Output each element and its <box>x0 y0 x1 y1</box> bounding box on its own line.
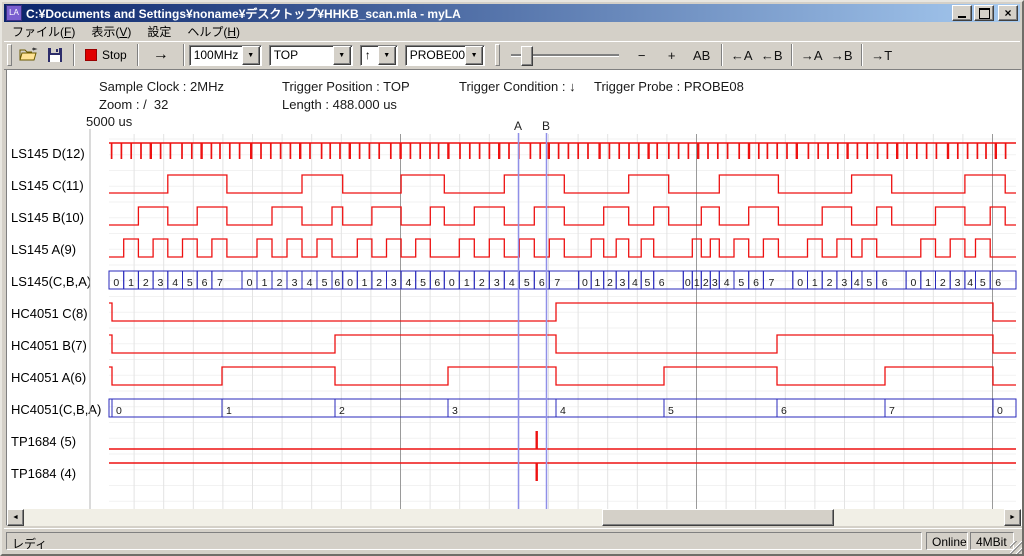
signal-label-10: TP1684 (4) <box>11 466 76 481</box>
toolbar-grip[interactable] <box>7 44 12 66</box>
combo-trigger-position-value: TOP <box>270 48 333 62</box>
time-scale-label: 5000 us <box>86 114 132 129</box>
combo-trigger-probe[interactable]: PROBE00▼ <box>405 45 485 66</box>
toolbar: Stop → 100MHz▼TOP▼↑▼PROBE00▼ −+AB←A←B→A→… <box>4 41 1020 70</box>
signal-label-9: TP1684 (5) <box>11 434 76 449</box>
signal-label-6: HC4051 B(7) <box>11 338 87 353</box>
status-bar: レディ Online 4MBit <box>4 528 1024 555</box>
scrollbar-thumb[interactable] <box>602 509 834 526</box>
stop-button[interactable]: Stop <box>79 42 133 68</box>
toolbar-button-[interactable]: − <box>627 45 657 66</box>
stop-label: Stop <box>102 48 127 62</box>
status-memory: 4MBit <box>970 532 1014 550</box>
toolbar-button-[interactable]: + <box>657 45 687 66</box>
signal-label-2: LS145 B(10) <box>11 210 84 225</box>
combo-sample-clock-value: 100MHz <box>190 48 242 62</box>
minimize-icon <box>958 16 966 18</box>
combo-sample-clock[interactable]: 100MHz▼ <box>189 45 262 66</box>
signal-label-4: LS145(C,B,A) <box>11 274 91 289</box>
toolbar-separator <box>73 44 75 66</box>
close-icon: × <box>1004 7 1011 20</box>
toolbar-button-B[interactable]: →B <box>827 45 857 66</box>
combo-trigger-edge[interactable]: ↑▼ <box>360 45 398 66</box>
signal-label-7: HC4051 A(6) <box>11 370 86 385</box>
signal-label-1: LS145 C(11) <box>11 178 84 193</box>
horizontal-scrollbar[interactable]: ◄ ► <box>7 509 1021 526</box>
zoom-text: Zoom : / 32 <box>99 97 168 112</box>
toolbar-button-A[interactable]: →A <box>797 45 827 66</box>
client-area <box>6 69 1022 526</box>
menu-bar: ファイル(F)表示(V)設定ヘルプ(H) <box>4 22 1020 42</box>
signal-label-3: LS145 A(9) <box>11 242 76 257</box>
toolbar-button-A[interactable]: ←A <box>727 45 757 66</box>
close-button[interactable]: × <box>998 5 1018 21</box>
menu-item-0[interactable]: ファイル(F) <box>4 21 83 42</box>
maximize-button[interactable] <box>974 5 994 21</box>
scroll-left-button[interactable]: ◄ <box>7 509 24 526</box>
open-file-button[interactable] <box>15 44 43 66</box>
toolbar-separator <box>137 44 139 66</box>
toolbar-button-B[interactable]: ←B <box>757 45 787 66</box>
length-text: Length : 488.000 us <box>282 97 397 112</box>
save-floppy-icon <box>47 47 65 63</box>
app-icon: LA <box>6 5 22 21</box>
chevron-down-icon[interactable]: ▼ <box>242 46 260 65</box>
combo-trigger-position[interactable]: TOP▼ <box>269 45 353 66</box>
menu-item-2[interactable]: 設定 <box>139 21 179 42</box>
status-ready: レディ <box>6 532 922 550</box>
toolbar-button-AB[interactable]: AB <box>687 45 717 66</box>
app-window: LA C:¥Documents and Settings¥noname¥デスクト… <box>0 0 1024 556</box>
cursor-a-label[interactable]: A <box>514 119 522 133</box>
toolbar-grip[interactable] <box>495 44 500 66</box>
trigger-position-text: Trigger Position : TOP <box>282 79 410 94</box>
toolbar-separator <box>183 44 185 66</box>
signal-label-0: LS145 D(12) <box>11 146 85 161</box>
signal-label-5: HC4051 C(8) <box>11 306 88 321</box>
open-folder-icon <box>19 47 39 63</box>
window-title: C:¥Documents and Settings¥noname¥デスクトップ¥… <box>26 5 950 22</box>
run-button[interactable]: → <box>143 44 179 66</box>
chevron-down-icon[interactable]: ▼ <box>378 46 396 65</box>
minimize-button[interactable] <box>952 5 972 21</box>
menu-item-1[interactable]: 表示(V) <box>83 21 139 42</box>
zoom-slider[interactable] <box>511 44 619 66</box>
toolbar-separator <box>861 44 863 66</box>
save-button[interactable] <box>43 44 69 66</box>
chevron-down-icon[interactable]: ▼ <box>333 46 351 65</box>
resize-grip[interactable] <box>1010 541 1023 554</box>
toolbar-button-T[interactable]: →T <box>867 45 897 66</box>
title-bar[interactable]: LA C:¥Documents and Settings¥noname¥デスクト… <box>4 4 1020 22</box>
trigger-condition-text: Trigger Condition : ↓ <box>459 79 576 94</box>
combo-trigger-probe-value: PROBE00 <box>406 48 465 62</box>
signal-label-8: HC4051(C,B,A) <box>11 402 101 417</box>
chevron-down-icon[interactable]: ▼ <box>465 46 483 65</box>
stop-icon <box>85 49 97 61</box>
slider-thumb[interactable] <box>521 46 533 66</box>
toolbar-separator <box>721 44 723 66</box>
scroll-right-button[interactable]: ► <box>1004 509 1021 526</box>
status-online: Online <box>926 532 968 550</box>
cursor-b-label[interactable]: B <box>542 119 550 133</box>
sample-clock-text: Sample Clock : 2MHz <box>99 79 224 94</box>
maximize-icon <box>979 8 990 19</box>
toolbar-separator <box>791 44 793 66</box>
combo-trigger-edge-value: ↑ <box>361 48 378 62</box>
trigger-probe-text: Trigger Probe : PROBE08 <box>594 79 744 94</box>
menu-item-3[interactable]: ヘルプ(H) <box>179 21 248 42</box>
